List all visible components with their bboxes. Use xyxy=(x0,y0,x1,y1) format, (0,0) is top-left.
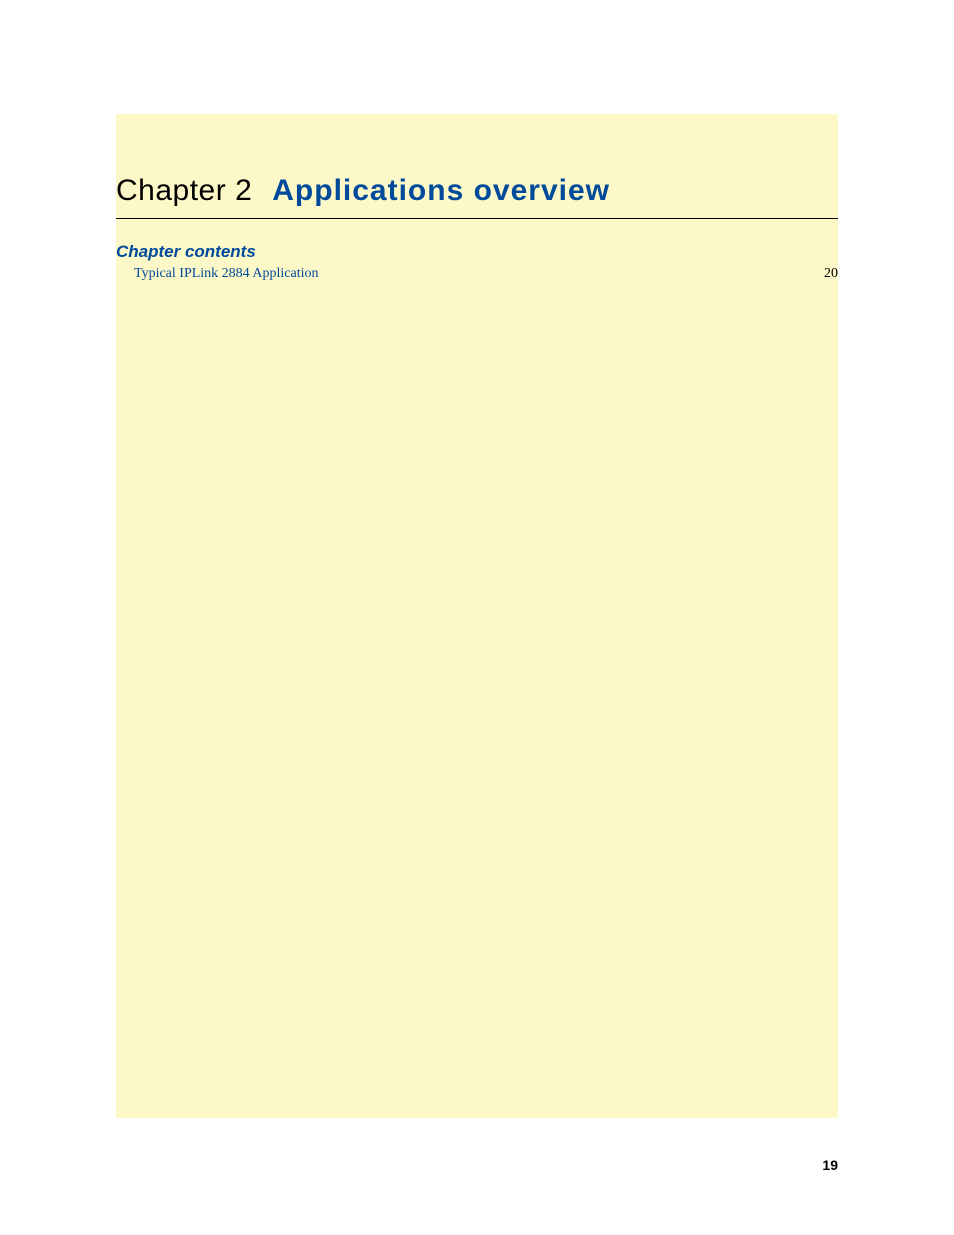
toc-entry-page: 20 xyxy=(824,266,838,282)
chapter-heading: Chapter 2 Applications overview xyxy=(116,174,838,208)
page: Chapter 2 Applications overview Chapter … xyxy=(0,0,954,1235)
table-of-contents: Typical IPLink 2884 Application 20 xyxy=(134,266,838,282)
toc-entry-title[interactable]: Typical IPLink 2884 Application xyxy=(134,266,319,282)
chapter-label: Chapter 2 xyxy=(116,174,252,208)
toc-entry: Typical IPLink 2884 Application 20 xyxy=(134,266,838,282)
chapter-title: Applications overview xyxy=(272,174,610,208)
page-number: 19 xyxy=(822,1157,838,1173)
contents-heading: Chapter contents xyxy=(116,242,256,262)
content-area: Chapter 2 Applications overview Chapter … xyxy=(116,114,838,1118)
heading-rule xyxy=(116,218,838,219)
